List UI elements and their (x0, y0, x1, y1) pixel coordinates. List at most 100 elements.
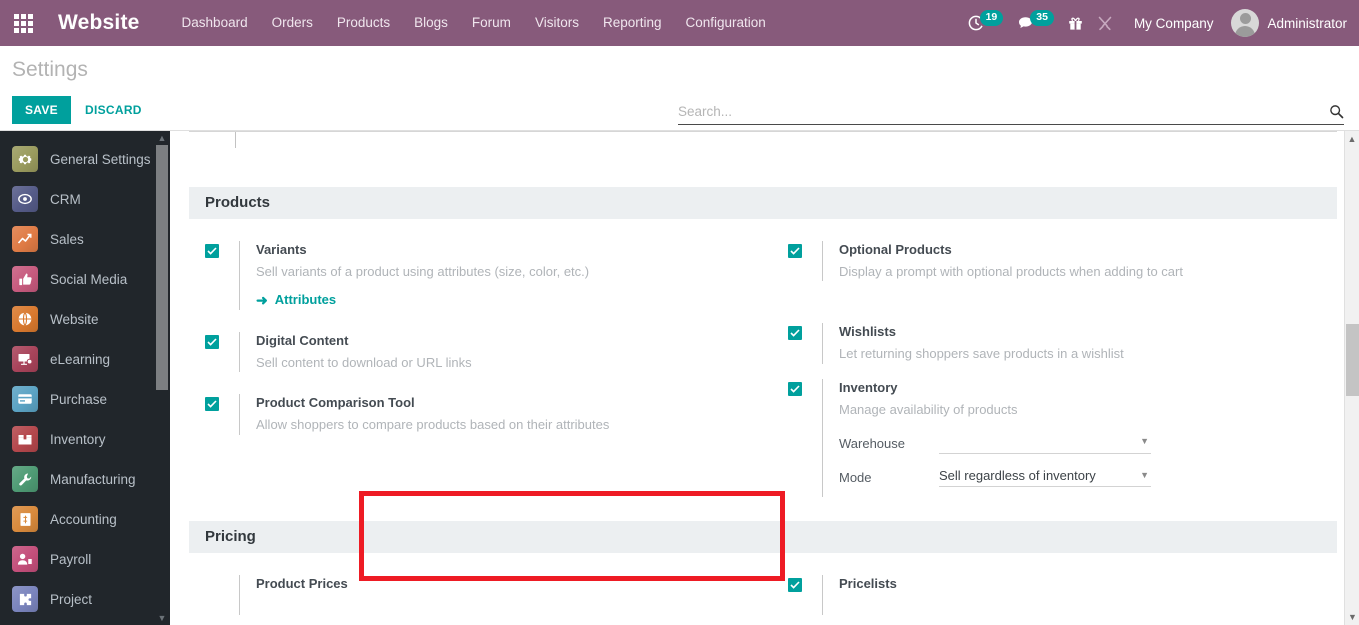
products-options-grid: Variants Sell variants of a product usin… (189, 219, 1337, 497)
app-brand-title[interactable]: Website (58, 11, 140, 35)
sidebar-item-payroll[interactable]: Payroll (0, 539, 170, 579)
sidebar-item-elearning[interactable]: eLearning (0, 339, 170, 379)
user-name-label: Administrator (1267, 15, 1347, 31)
setting-description: Allow shoppers to compare products based… (256, 417, 610, 433)
person-badge-icon (12, 546, 38, 572)
warehouse-select[interactable]: ▼ (939, 433, 1151, 455)
content-scrollbar-thumb[interactable] (1346, 324, 1359, 396)
apps-grid-icon[interactable] (0, 0, 46, 46)
menu-item-products[interactable]: Products (325, 0, 402, 46)
control-panel: Settings SAVE DISCARD (0, 46, 1359, 131)
sidebar-item-manufacturing[interactable]: Manufacturing (0, 459, 170, 499)
attributes-link-label: Attributes (274, 292, 337, 308)
menu-item-orders[interactable]: Orders (260, 0, 325, 46)
sidebar-item-sales[interactable]: Sales (0, 219, 170, 259)
setting-title: Product Comparison Tool (256, 395, 415, 411)
menu-item-configuration[interactable]: Configuration (674, 0, 778, 46)
settings-sidebar: General Settings CRM Sales Social Media (0, 131, 170, 625)
variants-checkbox[interactable] (205, 244, 219, 258)
setting-variants: Variants Sell variants of a product usin… (189, 241, 763, 310)
setting-title: Product Prices (256, 575, 348, 591)
menu-item-dashboard[interactable]: Dashboard (170, 0, 260, 46)
puzzle-icon (12, 586, 38, 612)
sidebar-item-accounting[interactable]: Accounting (0, 499, 170, 539)
product-comparison-tool-checkbox[interactable] (205, 397, 219, 412)
sidebar-scrollbar[interactable]: ▲ ▼ (156, 131, 168, 625)
setting-digital-content: Digital Content Sell content to download… (189, 331, 763, 373)
pricing-left-column: Product Prices (189, 574, 763, 615)
top-navbar: Website Dashboard Orders Products Blogs … (0, 0, 1359, 46)
gear-icon (12, 146, 38, 172)
sidebar-item-label: Inventory (50, 431, 106, 447)
setting-pricelists: Pricelists (772, 574, 1337, 615)
activity-count-badge: 19 (979, 9, 1004, 27)
wishlists-checkbox[interactable] (788, 326, 802, 341)
company-switcher[interactable]: My Company (1120, 16, 1228, 31)
sidebar-item-social-media[interactable]: Social Media (0, 259, 170, 299)
product-comparison-tool-body: Product Comparison Tool Allow shoppers t… (239, 394, 763, 435)
sidebar-item-label: Purchase (50, 391, 108, 407)
setting-title: Pricelists (839, 575, 897, 591)
products-left-column: Variants Sell variants of a product usin… (189, 241, 763, 497)
sidebar-item-label: General Settings (50, 151, 151, 167)
setting-description: Sell content to download or URL links (256, 354, 472, 370)
wrench-tools-icon[interactable] (1090, 0, 1120, 46)
warehouse-field-row: Warehouse ▼ (839, 433, 1337, 455)
warehouse-label: Warehouse (839, 436, 905, 452)
chevron-down-icon[interactable]: ▼ (1345, 609, 1359, 625)
sidebar-scrollbar-thumb[interactable] (156, 145, 168, 390)
sidebar-item-crm[interactable]: CRM (0, 179, 170, 219)
menu-item-visitors[interactable]: Visitors (523, 0, 591, 46)
gift-icon[interactable] (1061, 0, 1090, 46)
pricelists-checkbox[interactable] (788, 577, 802, 592)
globe-icon (12, 306, 38, 332)
save-button[interactable]: SAVE (12, 96, 71, 124)
setting-wishlists: Wishlists Let returning shoppers save pr… (772, 323, 1337, 364)
content-scrollbar[interactable]: ▲ ▼ (1344, 131, 1359, 625)
sidebar-item-label: Website (50, 311, 99, 327)
section-header-products: Products (189, 187, 1337, 219)
setting-title: Inventory (839, 379, 898, 395)
digital-content-checkbox[interactable] (205, 334, 219, 349)
search-input[interactable] (678, 104, 1329, 119)
sidebar-item-project[interactable]: Project (0, 579, 170, 619)
menu-item-forum[interactable]: Forum (460, 0, 523, 46)
presentation-icon (12, 346, 38, 372)
inventory-checkbox[interactable] (788, 381, 802, 396)
navbar-right-tools: 19 35 My Company Administrator (961, 0, 1359, 46)
setting-title: Wishlists (839, 324, 896, 340)
sidebar-item-label: Manufacturing (50, 471, 136, 487)
messaging-menu[interactable]: 35 (1010, 0, 1061, 46)
setting-title: Digital Content (256, 332, 349, 348)
setting-product-comparison-tool: Product Comparison Tool Allow shoppers t… (189, 394, 763, 435)
products-right-column: Optional Products Display a prompt with … (763, 241, 1337, 497)
action-buttons: SAVE DISCARD (12, 96, 142, 124)
sidebar-item-general-settings[interactable]: General Settings (0, 139, 170, 179)
attributes-link[interactable]: ➜ Attributes (256, 292, 336, 307)
search-icon[interactable] (1329, 104, 1344, 119)
sidebar-item-purchase[interactable]: Purchase (0, 379, 170, 419)
thumbs-up-icon (12, 266, 38, 292)
section-header-pricing: Pricing (189, 520, 1337, 553)
pricelists-body: Pricelists (822, 574, 1337, 615)
chevron-down-icon: ▼ (1140, 470, 1149, 481)
optional-products-checkbox[interactable] (788, 244, 802, 258)
discard-button[interactable]: DISCARD (85, 103, 142, 117)
product-prices-body: Product Prices (239, 574, 763, 615)
sidebar-item-website[interactable]: Website (0, 299, 170, 339)
mode-select[interactable]: Sell regardless of inventory ▼ (939, 468, 1151, 488)
user-menu[interactable]: Administrator (1227, 9, 1347, 37)
setting-title: Optional Products (839, 242, 952, 257)
sidebar-item-label: Sales (50, 231, 84, 247)
setting-description: Display a prompt with optional products … (839, 263, 1183, 279)
menu-item-blogs[interactable]: Blogs (402, 0, 460, 46)
app-body: General Settings CRM Sales Social Media (0, 131, 1359, 625)
page-title: Settings (12, 58, 88, 81)
settings-content: Products Variants Sell variants of a pro… (170, 131, 1359, 625)
sidebar-item-inventory[interactable]: Inventory (0, 419, 170, 459)
chevron-up-icon[interactable]: ▲ (156, 131, 168, 145)
activity-menu[interactable]: 19 (961, 0, 1011, 46)
chevron-up-icon[interactable]: ▲ (1345, 131, 1359, 147)
chevron-down-icon[interactable]: ▼ (156, 611, 168, 625)
menu-item-reporting[interactable]: Reporting (591, 0, 674, 46)
